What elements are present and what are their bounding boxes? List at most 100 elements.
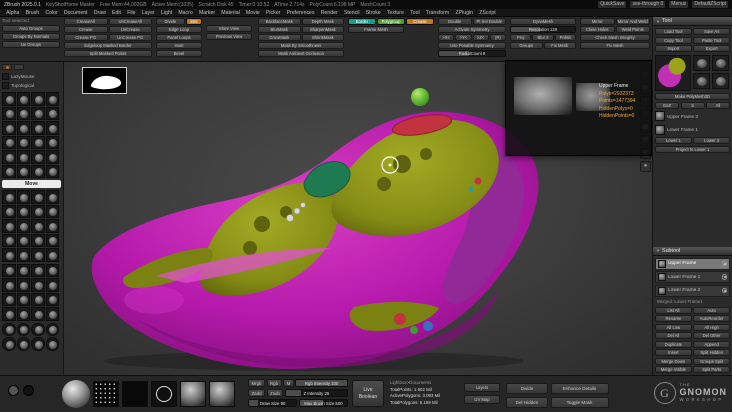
color-mode-button[interactable]: Mrgb <box>248 379 266 387</box>
brush-thumbnail[interactable] <box>16 121 30 135</box>
brush-thumbnail[interactable] <box>31 204 45 218</box>
brush-thumbnail[interactable] <box>16 92 30 106</box>
brush-thumbnail[interactable] <box>2 278 16 292</box>
brush-thumbnail[interactable] <box>31 135 45 149</box>
brush-thumbnail[interactable] <box>2 307 16 321</box>
mask-button[interactable]: Mask By Smoothness <box>258 42 344 49</box>
brush-thumbnail[interactable] <box>31 233 45 247</box>
tool-list-item[interactable]: Lower Frame 1 <box>655 124 730 136</box>
brush-thumbnail[interactable] <box>31 164 45 178</box>
subtool-button[interactable]: Merge Down <box>655 357 692 365</box>
sphere-thumb-2[interactable] <box>209 381 235 407</box>
brush-thumbnail[interactable] <box>2 233 16 247</box>
solo-icon[interactable]: ● <box>640 161 651 172</box>
shelf-button[interactable]: Split Masked Points <box>64 50 152 57</box>
brush-thumbnail[interactable] <box>45 307 59 321</box>
subtool-item[interactable]: Lower Frame 1 <box>655 271 730 283</box>
menu-item[interactable]: Texture <box>384 10 407 16</box>
goz-button[interactable]: All <box>706 101 730 109</box>
brush-thumbnail[interactable] <box>45 248 59 262</box>
brush-thumbnail[interactable] <box>16 292 30 306</box>
brush-thumbnail[interactable] <box>2 219 16 233</box>
shelf-button[interactable]: Bevel <box>156 50 202 57</box>
mask-button[interactable]: Depth Mask <box>301 18 344 25</box>
tool-palette-header[interactable]: ▼ Tool <box>653 17 732 26</box>
brush-thumbnail[interactable] <box>2 121 16 135</box>
repair-button[interactable]: Fix Mesh <box>580 42 650 49</box>
brush-thumbnail[interactable] <box>31 121 45 135</box>
menu-item[interactable]: Layer <box>139 10 158 16</box>
menu-item[interactable]: Macro <box>175 10 196 16</box>
menu-item[interactable]: Alpha <box>3 10 22 16</box>
shelf-button[interactable]: Crease PG <box>64 34 108 41</box>
brush-thumbnail[interactable] <box>31 106 45 120</box>
mask-button[interactable]: Mask Ambient Occlusion <box>258 50 344 57</box>
shelf-button[interactable]: Inset <box>156 42 202 49</box>
menu-item[interactable]: Light <box>158 10 175 16</box>
shelf-button[interactable]: Panel Loops <box>156 34 202 41</box>
goz-button[interactable]: S <box>680 101 705 109</box>
brush-thumbnail[interactable] <box>16 164 30 178</box>
eye-icon[interactable] <box>721 287 727 294</box>
symmetry-axis-toggle[interactable]: (R) <box>489 34 506 41</box>
brush-thumbnail[interactable] <box>16 263 30 277</box>
brush-thumbnail[interactable] <box>45 121 59 135</box>
subtool-button[interactable]: Merge Visible <box>655 366 692 373</box>
brush-thumbnail[interactable] <box>31 150 45 164</box>
brush-thumbnail[interactable] <box>2 135 16 149</box>
subtool-button[interactable]: All High <box>693 323 730 331</box>
symmetry-axis-toggle[interactable]: >Y< <box>455 34 472 41</box>
brush-thumbnail[interactable] <box>2 204 16 218</box>
brush-thumbnail[interactable] <box>45 219 59 233</box>
map-button[interactable]: Layers <box>464 383 500 392</box>
brush-thumbnail[interactable] <box>31 92 45 106</box>
menu-item[interactable]: ZPlugin <box>452 10 476 16</box>
sphere-thumb-1[interactable] <box>180 381 206 407</box>
smt-toggle[interactable]: Smt <box>185 18 202 25</box>
stroke-thumbnail[interactable] <box>16 337 30 351</box>
live-boolean-button[interactable]: Live Boolean <box>352 380 384 407</box>
brush-thumbnail[interactable] <box>31 190 45 204</box>
menu-item[interactable]: Edit <box>109 10 124 16</box>
action-button[interactable]: Enhance Details <box>550 383 609 394</box>
subtool-item[interactable]: Upper Frame <box>655 257 730 270</box>
subtool-palette-header[interactable]: ▼ Subtool <box>653 246 732 256</box>
shelf-button[interactable]: Edge Loop <box>156 26 202 33</box>
brush-thumbnail[interactable] <box>2 150 16 164</box>
menu-item[interactable]: Brush <box>22 10 42 16</box>
recent-tool-thumbnail[interactable] <box>711 54 729 71</box>
subtool-button[interactable]: AutoReorder <box>693 315 730 322</box>
brush-thumbnail[interactable] <box>45 263 59 277</box>
material-sphere-thumb[interactable] <box>62 380 90 408</box>
brush-thumbnail[interactable] <box>2 92 16 106</box>
frame-mesh-button[interactable]: Frame Mesh <box>348 26 404 33</box>
symmetry-axis-toggle[interactable]: >X< <box>438 34 455 41</box>
selected-brush-button[interactable]: Move <box>2 180 61 188</box>
brush-thumbnail[interactable] <box>2 106 16 120</box>
repair-button[interactable]: Close Holes <box>580 26 615 33</box>
subtool-button[interactable]: Append <box>693 340 730 348</box>
menu-item[interactable]: Material <box>218 10 243 16</box>
repair-button[interactable]: Check Mesh Integrity <box>580 34 650 41</box>
mask-button[interactable]: BlurMask <box>258 26 301 33</box>
frame-mesh-color-toggle[interactable]: Crease <box>406 18 434 25</box>
brush-thumbnail[interactable] <box>16 150 30 164</box>
brush-thumbnail[interactable] <box>31 278 45 292</box>
color-mode-button[interactable]: M <box>283 379 294 387</box>
stroke-dots-thumb[interactable] <box>93 381 119 407</box>
brush-thumbnail[interactable] <box>45 92 59 106</box>
menu-item[interactable]: Transform <box>423 10 453 16</box>
menu-item[interactable]: ZScript <box>476 10 499 16</box>
menu-item[interactable]: Stroke <box>363 10 384 16</box>
menu-item[interactable]: Preferences <box>283 10 317 16</box>
mask-button[interactable]: SharpenMask <box>301 26 344 33</box>
brush-thumbnail[interactable] <box>16 204 30 218</box>
radial-count-slider[interactable]: RadialCount 8 <box>438 50 506 57</box>
dynamesh-option[interactable]: Polish <box>554 34 576 41</box>
dynamesh-option[interactable]: Groups <box>510 42 543 49</box>
quick-pick-button[interactable] <box>14 64 24 70</box>
frame-mesh-color-toggle[interactable]: Polygroup <box>377 18 405 25</box>
custom-button[interactable]: Project to Lower 1 <box>655 145 730 153</box>
brush-thumbnail[interactable] <box>2 164 16 178</box>
subtool-button[interactable]: Del Other <box>693 332 730 339</box>
